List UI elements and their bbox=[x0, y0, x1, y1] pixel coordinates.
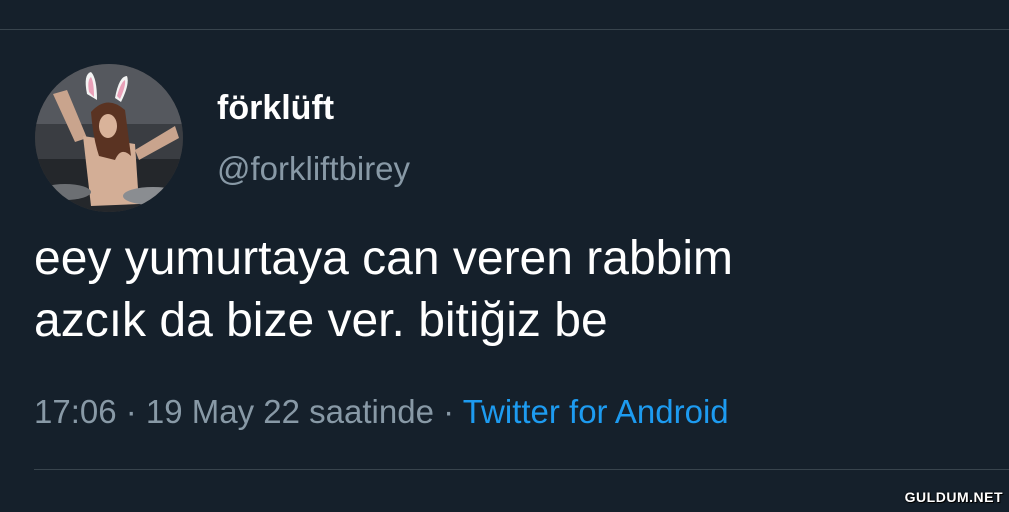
meta-separator: · bbox=[116, 393, 146, 430]
avatar[interactable] bbox=[35, 64, 183, 212]
tweet-text: eey yumurtaya can veren rabbim azcık da … bbox=[34, 228, 974, 352]
profile-photo-icon bbox=[35, 64, 183, 212]
bottom-divider bbox=[34, 469, 1009, 470]
meta-separator: · bbox=[433, 393, 463, 430]
tweet-date[interactable]: 19 May 22 saatinde bbox=[146, 393, 434, 430]
tweet-text-line: azcık da bize ver. bitiğiz be bbox=[34, 294, 608, 347]
watermark: GULDUM.NET bbox=[904, 489, 1003, 505]
tweet-source-link[interactable]: Twitter for Android bbox=[463, 393, 729, 430]
user-handle[interactable]: @forkliftbirey bbox=[217, 147, 410, 191]
top-divider bbox=[0, 29, 1009, 30]
tweet-time[interactable]: 17:06 bbox=[34, 393, 117, 430]
display-name[interactable]: förklüft bbox=[217, 86, 334, 130]
tweet-metadata: 17:06 · 19 May 22 saatinde · Twitter for… bbox=[34, 390, 729, 434]
tweet-text-line: eey yumurtaya can veren rabbim bbox=[34, 232, 733, 285]
